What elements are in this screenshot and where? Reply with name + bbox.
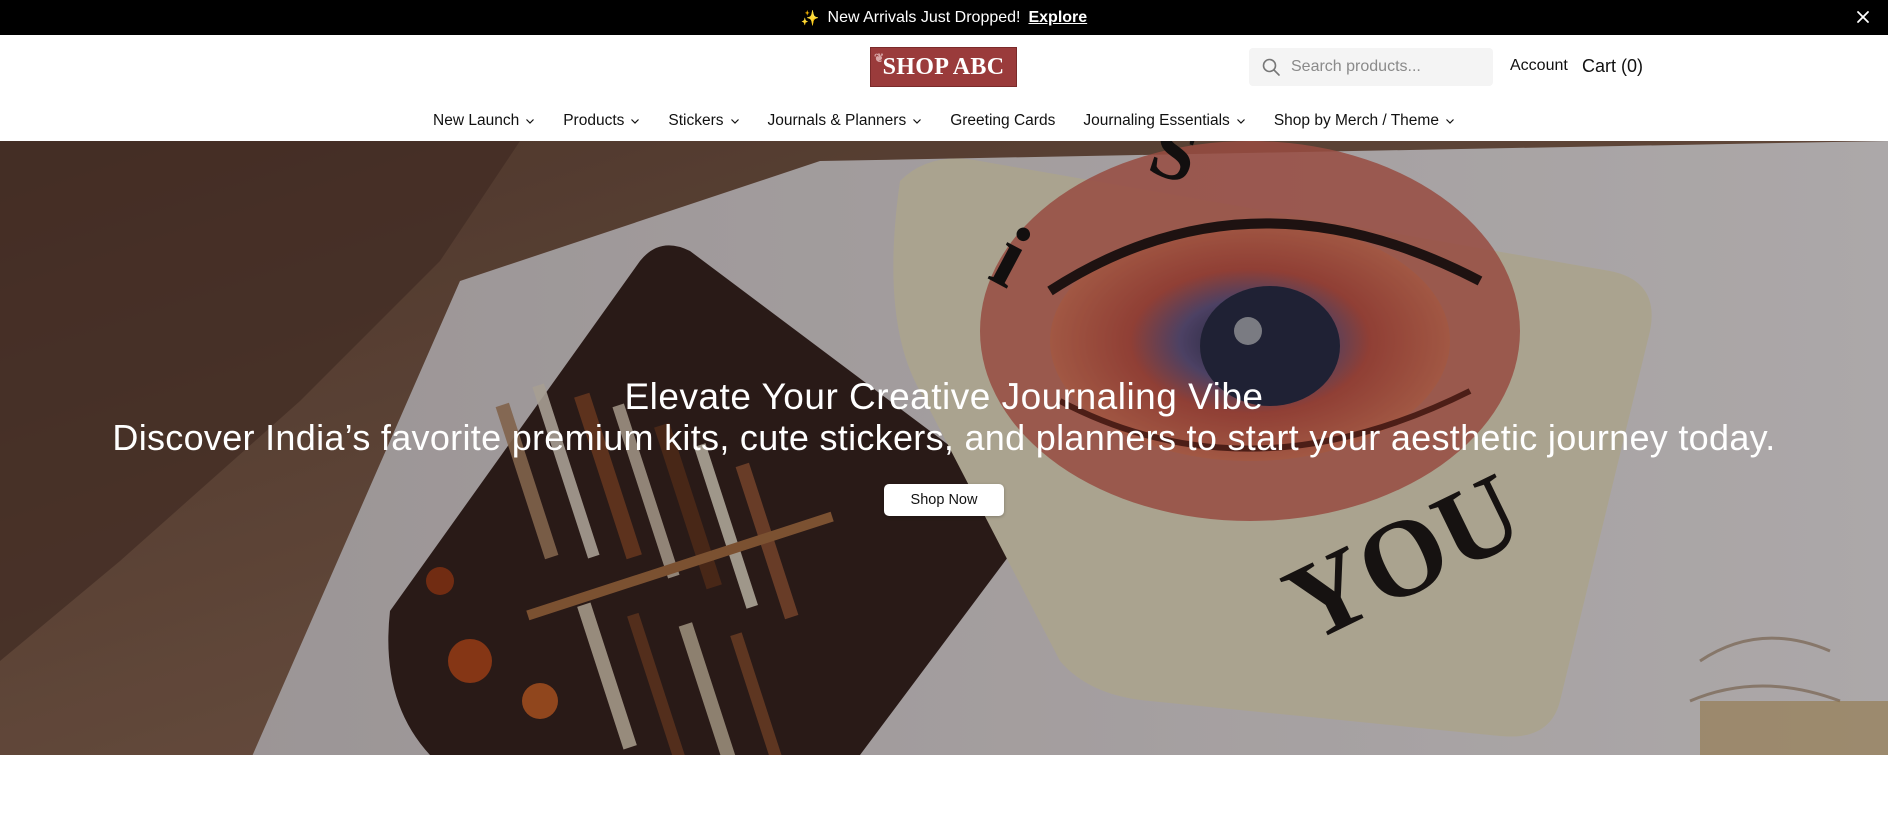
chevron-down-icon [631, 119, 640, 124]
close-icon[interactable] [1852, 6, 1874, 28]
hero-subtitle: Discover India’s favorite premium kits, … [112, 417, 1776, 458]
site-header: ❦ SHOP ABC Account Cart (0) New Launch P… [0, 35, 1888, 176]
nav-item-label: Journaling Essentials [1083, 112, 1230, 129]
nav-item-new-launch[interactable]: New Launch [433, 112, 535, 130]
nav-item-shop-by-merch-theme[interactable]: Shop by Merch / Theme [1274, 112, 1455, 130]
sparkle-icon: ✨ [800, 9, 820, 27]
nav-item-journals-planners[interactable]: Journals & Planners [768, 112, 923, 130]
nav-item-label: Products [563, 112, 625, 129]
chevron-down-icon [1236, 119, 1245, 124]
chevron-down-icon [913, 119, 922, 124]
nav-item-label: Journals & Planners [767, 112, 907, 129]
cart-link[interactable]: Cart (0) [1582, 56, 1643, 77]
chevron-down-icon [1446, 119, 1454, 124]
main-nav: New Launch Products Stickers Journals & … [0, 104, 1888, 138]
hero-title: Elevate Your Creative Journaling Vibe [624, 376, 1264, 417]
nav-item-greeting-cards[interactable]: Greeting Cards [950, 112, 1055, 130]
nav-item-label: Shop by Merch / Theme [1273, 112, 1439, 129]
search-box[interactable] [1249, 48, 1493, 86]
logo[interactable]: ❦ SHOP ABC [870, 47, 1017, 87]
chevron-down-icon [730, 119, 739, 124]
shop-now-button[interactable]: Shop Now [884, 484, 1004, 516]
logo-flourish-icon: ❦ [874, 51, 885, 65]
chevron-down-icon [526, 119, 535, 124]
search-input[interactable] [1289, 57, 1483, 77]
nav-item-stickers[interactable]: Stickers [668, 112, 739, 130]
logo-text: SHOP ABC [882, 53, 1005, 80]
nav-item-label: New Launch [433, 112, 520, 129]
nav-item-products[interactable]: Products [563, 112, 640, 130]
search-icon [1261, 57, 1281, 77]
hero-banner: i S YOU Elevate Your Creative Journaling… [0, 141, 1888, 755]
nav-item-label: Stickers [668, 112, 724, 129]
explore-link[interactable]: Explore [1028, 9, 1087, 27]
account-link[interactable]: Account [1510, 57, 1568, 75]
nav-item-label: Greeting Cards [950, 112, 1056, 129]
nav-item-journaling-essentials[interactable]: Journaling Essentials [1083, 112, 1245, 130]
announcement-text: New Arrivals Just Dropped! [827, 8, 1021, 26]
announcement-bar: ✨ New Arrivals Just Dropped! Explore [0, 0, 1888, 35]
